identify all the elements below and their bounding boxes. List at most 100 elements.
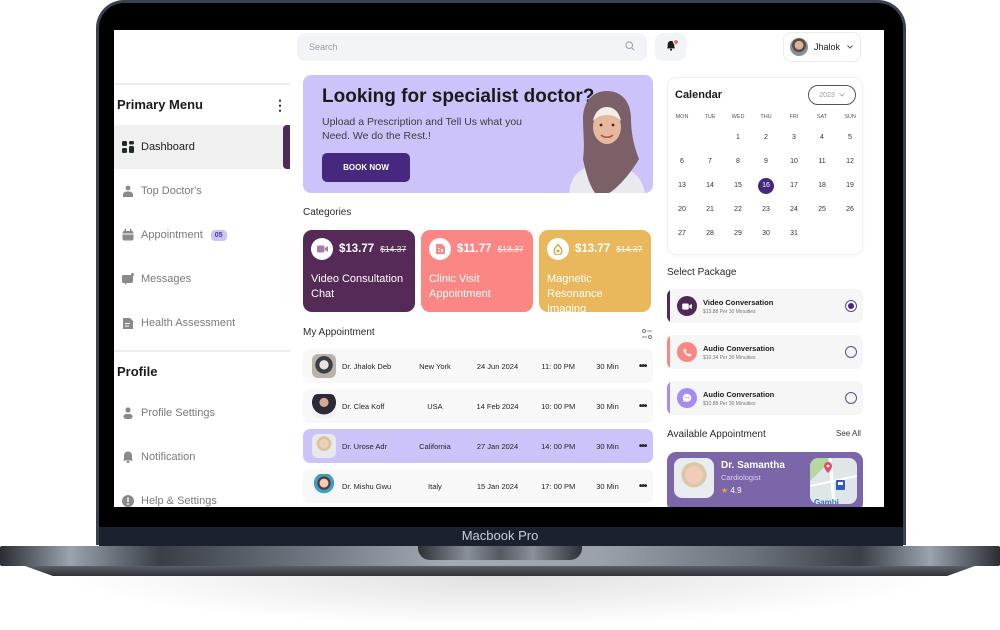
calendar-day-selected[interactable]: 16 — [752, 174, 780, 198]
search-icon — [625, 41, 635, 53]
more-options-icon[interactable]: ••• — [632, 361, 653, 372]
appointment-date: 15 Jan 2024 — [476, 481, 519, 491]
categories-title: Categories — [303, 207, 352, 218]
calendar-day[interactable]: 28 — [696, 222, 724, 246]
weekday-label: SUN — [844, 114, 856, 120]
calendar-day[interactable]: 24 — [780, 198, 808, 222]
available-doctor-card[interactable]: Dr. Samantha Cardiologist ★ 4.9 Gambi — [667, 452, 863, 507]
search-input[interactable]: Search — [297, 33, 647, 61]
appointment-duration: 30 Min — [596, 361, 619, 371]
sidebar-item-health-assessment[interactable]: Health Assessment — [114, 301, 290, 345]
appointment-location: California — [419, 441, 451, 451]
map-place-label: Gambi — [814, 498, 839, 504]
user-menu-button[interactable]: Jhalok — [783, 32, 861, 62]
profile-section-title: Profile — [117, 364, 158, 379]
calendar-day[interactable]: 11 — [808, 150, 836, 174]
sidebar-item-label: Appointment — [141, 229, 203, 241]
calendar-day[interactable]: 13 — [668, 174, 696, 198]
calendar-day[interactable]: 1 — [724, 126, 752, 150]
notification-button[interactable] — [655, 33, 686, 61]
selected-year: 2023 — [819, 91, 835, 99]
calendar-day[interactable]: 12 — [836, 150, 864, 174]
messages-icon — [122, 273, 134, 285]
video-icon — [677, 296, 697, 316]
phone-icon — [677, 342, 697, 362]
appointment-time: 11: 00 PM — [541, 361, 575, 371]
category-card-video-consultation[interactable]: $13.77 $14.37 Video Consultation Chat — [303, 230, 415, 312]
calendar-day[interactable]: 26 — [836, 198, 864, 222]
package-radio-selected[interactable] — [845, 300, 857, 312]
calendar-day[interactable]: 15 — [724, 174, 752, 198]
calendar-day[interactable]: 21 — [696, 198, 724, 222]
mri-icon — [547, 238, 569, 260]
sidebar-item-notification[interactable]: Notification — [114, 435, 290, 479]
doctor-avatar — [312, 354, 336, 378]
kebab-menu-icon[interactable]: ⋮ — [273, 98, 287, 112]
category-old-price: $14.37 — [616, 244, 643, 254]
promo-banner: Looking for specialist doctor? Upload a … — [303, 75, 653, 193]
calendar-day[interactable]: 5 — [836, 126, 864, 150]
calendar-day[interactable]: 8 — [724, 150, 752, 174]
more-options-icon[interactable]: ••• — [632, 481, 653, 492]
package-name: Audio Conversation — [703, 389, 775, 399]
filter-icon[interactable] — [641, 327, 653, 339]
calendar-day[interactable]: 3 — [780, 126, 808, 150]
calendar-day[interactable]: 9 — [752, 150, 780, 174]
appointment-row[interactable]: Dr. Jhalok Deb New York 24 Jun 2024 11: … — [303, 349, 653, 383]
laptop-notch — [418, 546, 582, 560]
package-option-video[interactable]: Video Conversation $13.88 Per 30 Minuiti… — [667, 289, 863, 323]
package-price: $10.88 Per 30 Minuities — [703, 400, 756, 407]
location-map[interactable]: Gambi — [810, 458, 857, 504]
sidebar-item-appointment[interactable]: Appointment 05 — [114, 213, 290, 257]
package-radio[interactable] — [845, 346, 857, 358]
weekday-label: WED — [731, 114, 745, 120]
sidebar-item-profile-settings[interactable]: Profile Settings — [114, 391, 290, 435]
calendar-day[interactable]: 29 — [724, 222, 752, 246]
package-radio[interactable] — [845, 392, 857, 404]
laptop-mockup: Macbook Pro Primary Menu ⋮ Dashboard Top… — [0, 0, 1000, 630]
package-option-audio-chat[interactable]: Audio Conversation $10.88 Per 30 Minuiti… — [667, 381, 863, 415]
app-screen: Primary Menu ⋮ Dashboard Top Doctor's Ap… — [114, 30, 884, 507]
calendar-day[interactable]: 30 — [752, 222, 780, 246]
calendar-day[interactable]: 23 — [752, 198, 780, 222]
appointment-row[interactable]: Dr. Mishu Gwu Italy 15 Jan 2024 17: 00 P… — [303, 469, 653, 503]
sidebar-item-help-settings[interactable]: Help & Settings — [114, 479, 290, 507]
sidebar-item-dashboard[interactable]: Dashboard — [114, 125, 290, 169]
calendar-day[interactable]: 27 — [668, 222, 696, 246]
category-old-price: $13.37 — [497, 244, 524, 254]
calendar-day[interactable]: 20 — [668, 198, 696, 222]
book-now-button[interactable]: BOOK NOW — [322, 153, 410, 182]
weekday-label: FRI — [789, 114, 799, 120]
doctor-name: Dr. Jhalok Deb — [342, 361, 392, 371]
doctor-name: Dr. Samantha — [721, 460, 785, 471]
sidebar-item-messages[interactable]: Messages — [114, 257, 290, 301]
category-label: Clinic Visit Appointment — [429, 273, 491, 300]
weekday-label: TUE — [704, 114, 716, 120]
calendar-day[interactable]: 19 — [836, 174, 864, 198]
category-card-mri[interactable]: $13.77 $14.37 Magnetic Resonance Imaging — [539, 230, 651, 315]
sidebar-item-top-doctors[interactable]: Top Doctor's — [114, 169, 290, 213]
see-all-link[interactable]: See All — [836, 429, 861, 438]
calendar-day[interactable]: 31 — [780, 222, 808, 246]
calendar-day[interactable]: 14 — [696, 174, 724, 198]
calendar-day[interactable]: 6 — [668, 150, 696, 174]
calendar-day[interactable]: 2 — [752, 126, 780, 150]
calendar-day[interactable]: 22 — [724, 198, 752, 222]
more-options-icon[interactable]: ••• — [632, 401, 653, 412]
appointment-row-highlighted[interactable]: Dr. Urose Adr California 27 Jan 2024 14:… — [303, 429, 653, 463]
appointment-row[interactable]: Dr. Clea Koff USA 14 Feb 2024 10: 00 PM … — [303, 389, 653, 423]
sidebar-item-label: Notification — [141, 451, 196, 463]
category-card-clinic-visit[interactable]: $11.77 $13.37 Clinic Visit Appointment — [421, 230, 533, 312]
doctor-name: Dr. Clea Koff — [342, 401, 385, 411]
year-select[interactable]: 2023 — [808, 85, 856, 105]
calendar-day[interactable]: 17 — [780, 174, 808, 198]
calendar-day[interactable]: 4 — [808, 126, 836, 150]
calendar-widget: Calendar 2023 MON TUE WED THU FRI SAT SUN 1 2 3 4 5… — [667, 77, 863, 255]
doctor-icon — [122, 185, 134, 197]
more-options-icon[interactable]: ••• — [632, 441, 653, 452]
calendar-day[interactable]: 7 — [696, 150, 724, 174]
calendar-day[interactable]: 18 — [808, 174, 836, 198]
calendar-day[interactable]: 25 — [808, 198, 836, 222]
package-option-audio[interactable]: Audio Conversation $10.34 Per 30 Minuiti… — [667, 335, 863, 369]
calendar-day[interactable]: 10 — [780, 150, 808, 174]
